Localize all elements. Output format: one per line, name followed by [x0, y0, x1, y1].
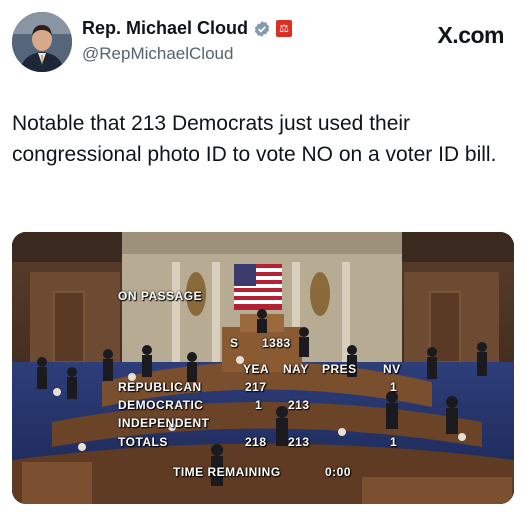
board-s-value: 1383	[262, 336, 291, 350]
board-row-nay: 213	[288, 398, 310, 412]
board-col-yea: YEA	[243, 362, 270, 376]
author-name-row: Rep. Michael Cloud ⚖	[82, 18, 293, 39]
board-time-value: 0:00	[325, 465, 352, 479]
x-logo: X.com	[437, 22, 504, 48]
board-col-pres: PRES	[322, 362, 357, 376]
board-time-label: TIME REMAINING	[173, 465, 281, 479]
board-row-yea: 218	[245, 435, 267, 449]
author-name[interactable]: Rep. Michael Cloud	[82, 18, 248, 39]
author-handle[interactable]: @RepMichaelCloud	[82, 44, 233, 64]
house-seal-icon: ⚖	[276, 20, 293, 37]
board-s-label: S	[230, 336, 239, 350]
board-row-party: DEMOCRATIC	[118, 398, 204, 412]
board-row-nv: 1	[390, 380, 398, 394]
verified-badge-icon	[254, 20, 270, 37]
post-card: Rep. Michael Cloud ⚖ @RepMichaelCloud X.…	[0, 0, 526, 515]
media-image[interactable]: ON PASSAGE S 1383 YEA NAY PRES NV REPUBL…	[12, 232, 514, 504]
tweet-text: Notable that 213 Democrats just used the…	[12, 112, 497, 166]
board-col-nay: NAY	[283, 362, 309, 376]
avatar[interactable]	[12, 12, 72, 72]
board-heading: ON PASSAGE	[118, 289, 203, 303]
board-row-yea: 217	[245, 380, 267, 394]
board-row-party: REPUBLICAN	[118, 380, 202, 394]
board-row-party: TOTALS	[118, 435, 168, 449]
board-row-nay: 213	[288, 435, 310, 449]
board-col-nv: NV	[383, 362, 401, 376]
avatar-image	[12, 12, 72, 72]
board-row-yea: 1	[255, 398, 263, 412]
board-row-nv: 1	[390, 435, 398, 449]
board-row-party: INDEPENDENT	[118, 416, 210, 430]
